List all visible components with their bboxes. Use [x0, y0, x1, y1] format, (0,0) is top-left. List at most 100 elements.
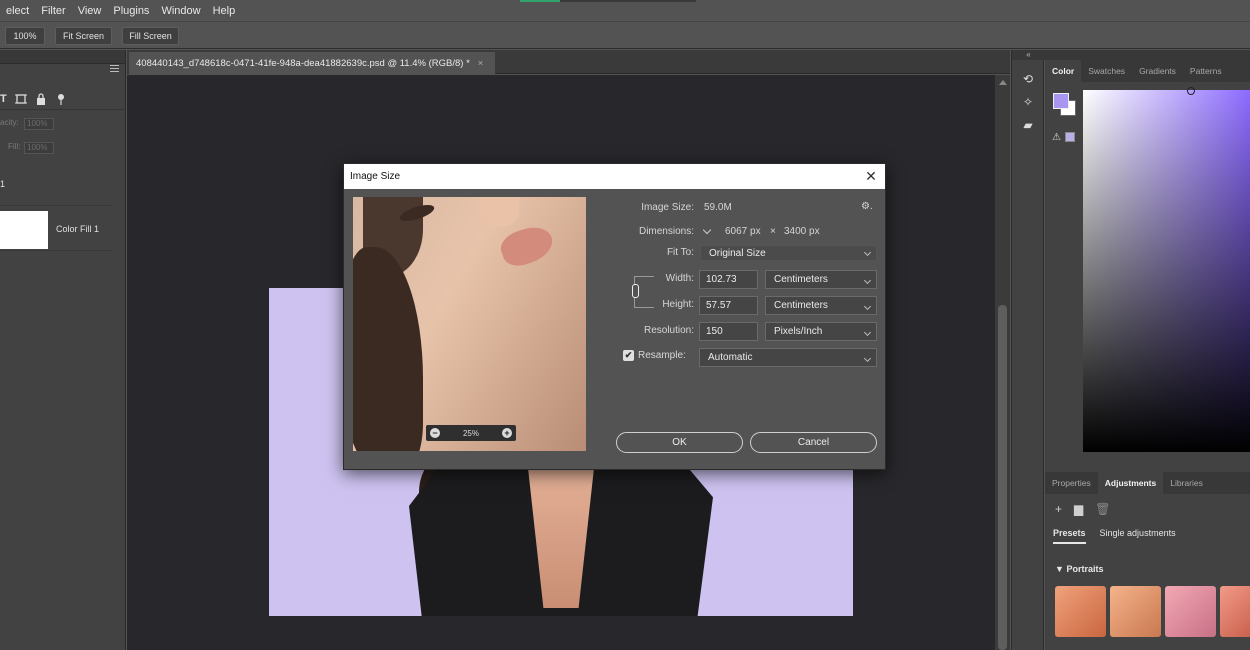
document-tab-bar: 408440143_d748618c-0471-41fe-948a-dea418…: [127, 50, 1010, 74]
artboard-lock-icon[interactable]: [14, 93, 27, 105]
title-accent: [520, 0, 560, 2]
menu-select[interactable]: elect: [0, 5, 35, 17]
menu-plugins[interactable]: Plugins: [107, 5, 155, 17]
portraits-section-header[interactable]: ▼ Portraits: [1055, 564, 1103, 574]
adjustments-panel-tabs: Properties Adjustments Libraries: [1045, 472, 1250, 494]
dimensions-dropdown-icon[interactable]: [702, 225, 712, 235]
width-label: Width:: [665, 273, 694, 284]
preview-nose: [479, 197, 519, 227]
comment-icon[interactable]: ▰: [1021, 118, 1035, 132]
preview-zoom-control: − 25% +: [426, 425, 516, 441]
adjustment-subtabs: Presets Single adjustments: [1053, 528, 1176, 544]
opacity-row: acity: 100%: [0, 118, 126, 130]
folder-icon[interactable]: ▆: [1074, 502, 1083, 516]
fill-field[interactable]: 100%: [24, 142, 54, 154]
fit-to-select[interactable]: Original Size: [700, 245, 877, 261]
history-icon[interactable]: ⟲: [1021, 72, 1035, 86]
color-picker-field[interactable]: [1083, 87, 1250, 452]
preview-hair: [353, 247, 423, 451]
width-input[interactable]: 102.73: [699, 270, 758, 289]
options-bar: 100% Fit Screen Fill Screen: [0, 21, 1250, 49]
color-picker-handle[interactable]: [1187, 87, 1195, 95]
image-preview[interactable]: − 25% +: [353, 197, 586, 451]
adjustment-actions: + ▆ 🗑: [1055, 502, 1110, 516]
menu-window[interactable]: Window: [155, 5, 206, 17]
portraits-label: Portraits: [1066, 564, 1104, 574]
gamut-warning-icon[interactable]: ⚠: [1052, 132, 1061, 143]
close-icon[interactable]: ✕: [863, 168, 879, 184]
scroll-up-arrow-icon[interactable]: [999, 80, 1007, 85]
preset-thumbnail[interactable]: [1055, 586, 1106, 637]
preset-thumbnail[interactable]: [1165, 586, 1216, 637]
brush-icon[interactable]: [55, 93, 67, 105]
title-bar-segment: [560, 0, 696, 2]
close-tab-icon[interactable]: ×: [478, 58, 484, 69]
layers-panel: T acity: 100% Fill: 100% 1 Color Fill 1: [0, 50, 126, 650]
tab-libraries[interactable]: Libraries: [1163, 472, 1210, 494]
width-unit-select[interactable]: Centimeters: [765, 270, 877, 289]
height-input[interactable]: 57.57: [699, 296, 758, 315]
right-panel-top-bar: [1045, 50, 1250, 60]
right-panels: Color Swatches Gradients Patterns ⚠ Prop…: [1045, 50, 1250, 650]
fit-to-label: Fit To:: [666, 247, 694, 258]
resample-select[interactable]: Automatic: [699, 348, 877, 367]
dialog-title-bar: Image Size ✕: [344, 164, 885, 189]
image-size-label: Image Size:: [641, 202, 694, 213]
cancel-button[interactable]: Cancel: [750, 432, 877, 453]
magic-wand-icon[interactable]: ✧: [1021, 95, 1035, 109]
vertical-scrollbar[interactable]: [995, 75, 1010, 650]
preview-lips: [496, 221, 558, 271]
link-icon[interactable]: [632, 284, 639, 298]
image-size-value: 59.0M: [704, 202, 732, 213]
layer-lock-tools: T: [0, 88, 126, 110]
document-tab[interactable]: 408440143_d748618c-0471-41fe-948a-dea418…: [129, 52, 495, 74]
layer-name: 1: [0, 179, 6, 189]
zoom-out-icon[interactable]: −: [430, 428, 440, 438]
tab-patterns[interactable]: Patterns: [1183, 60, 1229, 82]
fit-screen-button[interactable]: Fit Screen: [55, 27, 112, 45]
fill-screen-button[interactable]: Fill Screen: [122, 27, 179, 45]
preview-zoom-value: 25%: [462, 428, 479, 438]
tab-single-adjustments[interactable]: Single adjustments: [1100, 528, 1176, 544]
gear-icon[interactable]: ⚙.: [861, 201, 873, 212]
layer-row-1[interactable]: 1: [0, 160, 112, 206]
tab-swatches[interactable]: Swatches: [1081, 60, 1132, 82]
dimensions-width: 6067 px: [725, 226, 761, 237]
panel-menu-icon[interactable]: [110, 65, 119, 72]
opacity-field[interactable]: 100%: [24, 118, 54, 130]
tab-color[interactable]: Color: [1045, 60, 1082, 82]
dimensions-times: ×: [770, 226, 776, 237]
scrollbar-thumb[interactable]: [998, 305, 1007, 650]
preset-thumbnail[interactable]: [1220, 586, 1250, 637]
trash-icon[interactable]: 🗑: [1095, 502, 1110, 516]
tab-gradients[interactable]: Gradients: [1132, 60, 1183, 82]
dimensions-label: Dimensions:: [638, 226, 694, 237]
resample-checkbox[interactable]: ✔: [623, 350, 634, 361]
portrait-presets: [1055, 586, 1250, 637]
tab-adjustments[interactable]: Adjustments: [1097, 472, 1164, 494]
resolution-label: Resolution:: [643, 325, 694, 336]
resolution-input[interactable]: 150: [699, 322, 758, 341]
zoom-100-button[interactable]: 100%: [5, 27, 45, 45]
menu-help[interactable]: Help: [207, 5, 242, 17]
gamut-color-swatch[interactable]: [1065, 132, 1075, 142]
collapse-panels-icon[interactable]: «: [1012, 50, 1045, 60]
menu-filter[interactable]: Filter: [35, 5, 71, 17]
add-icon[interactable]: +: [1055, 502, 1062, 516]
foreground-color-swatch[interactable]: [1053, 93, 1069, 109]
resolution-unit-select[interactable]: Pixels/Inch: [765, 322, 877, 341]
panel-icon-column: « ⟲ ✧ ▰: [1011, 50, 1045, 650]
layer-row-color-fill[interactable]: Color Fill 1: [0, 205, 112, 251]
zoom-in-icon[interactable]: +: [501, 428, 512, 438]
ok-button[interactable]: OK: [616, 432, 743, 453]
chevron-down-icon[interactable]: ▼: [1055, 564, 1064, 574]
layer-thumbnail: [0, 211, 48, 249]
color-panel-tabs: Color Swatches Gradients Patterns: [1045, 60, 1250, 82]
tab-properties[interactable]: Properties: [1045, 472, 1098, 494]
preset-thumbnail[interactable]: [1110, 586, 1161, 637]
type-lock-icon[interactable]: T: [0, 93, 7, 105]
tab-presets[interactable]: Presets: [1053, 528, 1086, 544]
lock-icon[interactable]: [35, 92, 47, 105]
height-unit-select[interactable]: Centimeters: [765, 296, 877, 315]
menu-view[interactable]: View: [72, 5, 108, 17]
